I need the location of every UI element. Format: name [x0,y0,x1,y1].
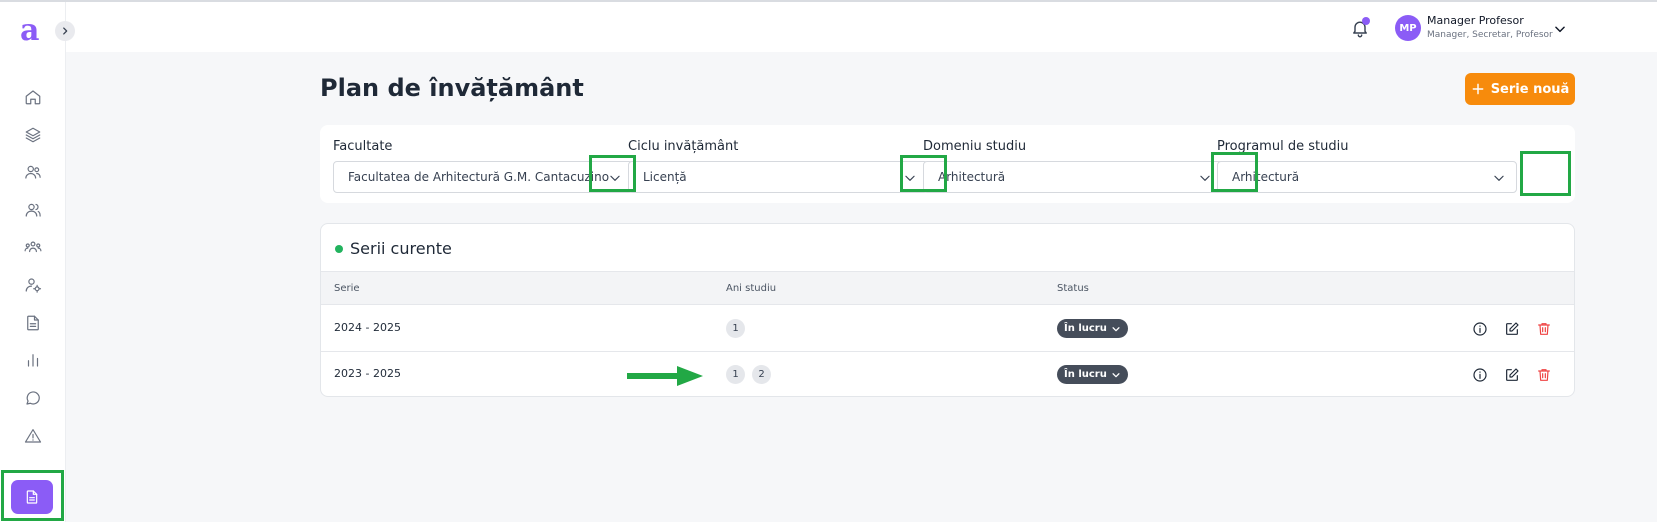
sidebar-item-user-settings[interactable] [22,274,44,296]
filters-panel: Facultate Facultatea de Arhitectură G.M.… [320,125,1575,203]
user-avatar[interactable]: MP [1395,15,1421,41]
table-row: 2023 - 2025 1 2 În lucru [321,352,1574,396]
facultate-select[interactable]: Facultatea de Arhitectură G.M. Cantacuzi… [333,161,633,193]
sidebar-item-warnings[interactable] [22,425,44,447]
document-icon [26,490,38,504]
table-header: Serie Ani studiu Status [321,271,1574,305]
chevron-right-icon [63,27,68,35]
edit-button[interactable] [1503,320,1521,338]
status-dot [335,245,343,253]
edit-icon [1506,322,1519,335]
edit-icon [1506,368,1519,381]
sidebar-item-home[interactable] [22,86,44,108]
sidebar-collapse-button[interactable] [55,21,75,41]
filter-value: Arhitectură [1232,170,1300,184]
users-icon [25,165,41,179]
sidebar-item-statistics[interactable] [22,349,44,371]
filter-program: Programul de studiu Arhitectură [1217,139,1517,193]
document-icon [27,315,39,331]
column-ani-studiu: Ani studiu [726,283,777,294]
filter-ciclu: Ciclu invățământ Licență [628,139,928,193]
filter-domeniu: Domeniu studiu Arhitectură [923,139,1223,193]
chevron-down-icon[interactable] [1198,171,1212,185]
column-status: Status [1057,283,1089,294]
sidebar-item-user-group[interactable] [22,199,44,221]
sidebar-item-team[interactable] [22,236,44,258]
user-settings-icon [25,278,42,293]
layers-icon [25,127,41,143]
filter-value: Facultatea de Arhitectură G.M. Cantacuzi… [348,170,610,184]
notification-indicator [1362,17,1370,25]
chevron-down-icon [1555,26,1565,33]
column-serie: Serie [334,283,360,294]
year-badge[interactable]: 1 [726,365,745,384]
domeniu-select[interactable]: Arhitectură [923,161,1223,193]
delete-button[interactable] [1535,320,1553,338]
series-panel: Serii curente Serie Ani studiu Status 20… [320,223,1575,397]
sidebar-item-document[interactable] [22,312,44,334]
chat-icon [26,391,40,405]
home-icon [25,90,41,105]
user-group-icon [25,203,41,217]
serie-cell: 2024 - 2025 [334,321,401,334]
plus-icon [1472,83,1484,95]
chevron-down-icon [1112,372,1120,377]
filter-label: Ciclu invățământ [628,139,739,154]
info-icon [1473,322,1487,336]
new-series-label: Serie nouă [1490,81,1570,97]
chevron-down-icon[interactable] [608,171,622,185]
table-row: 2024 - 2025 1 În lucru [321,306,1574,352]
info-button[interactable] [1471,320,1489,338]
app-logo[interactable]: a [20,16,39,46]
page-title: Plan de învățământ [320,74,584,102]
series-title: Serii curente [350,239,452,258]
user-name[interactable]: Manager Profesor [1427,14,1524,27]
chevron-down-icon[interactable] [1492,171,1506,185]
arrow-annotation [627,366,703,386]
info-icon [1473,368,1487,382]
bar-chart-icon [27,354,39,367]
chevron-down-icon[interactable] [903,171,917,185]
status-label: În lucru [1064,369,1107,380]
delete-button[interactable] [1535,366,1553,384]
warning-icon [24,429,42,443]
filter-label: Domeniu studiu [923,139,1027,154]
info-button[interactable] [1471,366,1489,384]
chevron-down-icon [1112,326,1120,331]
new-series-button[interactable]: Serie nouă [1465,73,1575,105]
sidebar-item-layers[interactable] [22,124,44,146]
trash-icon [1538,323,1550,335]
status-label: În lucru [1064,323,1107,334]
edit-button[interactable] [1503,366,1521,384]
filter-value: Arhitectură [938,170,1006,184]
filter-label: Programul de studiu [1217,139,1349,154]
filter-label: Facultate [333,139,393,154]
status-dropdown[interactable]: În lucru [1057,365,1128,384]
sidebar-item-users[interactable] [22,161,44,183]
user-roles: Manager, Secretar, Profesor [1427,30,1553,40]
sidebar-item-study-plan-active[interactable] [11,480,53,514]
year-badge[interactable]: 2 [752,365,771,384]
year-badge[interactable]: 1 [726,319,745,338]
filter-facultate: Facultate Facultatea de Arhitectură G.M.… [333,139,633,193]
sidebar: a [0,2,66,522]
serie-cell: 2023 - 2025 [334,367,401,380]
sidebar-item-chat[interactable] [22,387,44,409]
team-icon [24,241,42,253]
filter-value: Licență [643,170,687,184]
status-dropdown[interactable]: În lucru [1057,319,1128,338]
program-select[interactable]: Arhitectură [1217,161,1517,193]
ciclu-select[interactable]: Licență [628,161,928,193]
user-menu-toggle[interactable] [1553,21,1567,35]
trash-icon [1538,369,1550,381]
